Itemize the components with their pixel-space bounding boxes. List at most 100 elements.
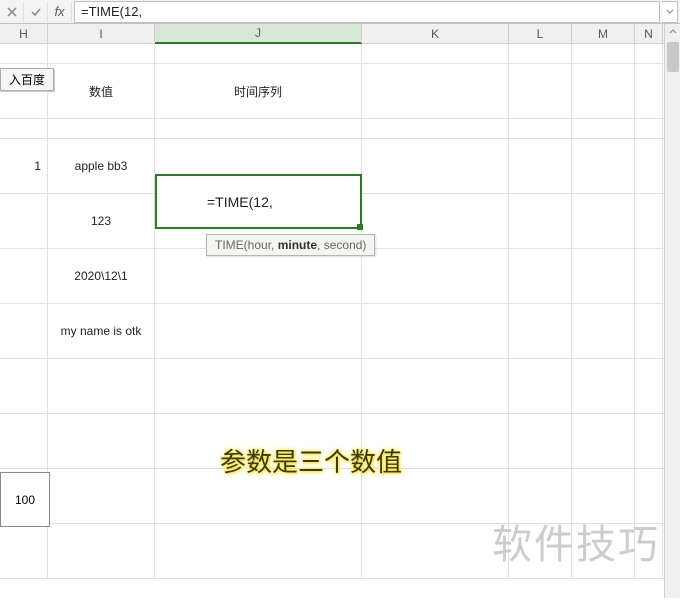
cell[interactable] — [155, 359, 362, 413]
cell[interactable] — [362, 524, 509, 578]
cell[interactable] — [572, 119, 635, 138]
vertical-scrollbar[interactable] — [664, 24, 680, 598]
col-header-I[interactable]: I — [48, 24, 155, 43]
cell-value[interactable]: 123 — [48, 194, 155, 248]
spacer-row — [0, 119, 672, 139]
x-icon — [6, 6, 18, 18]
fx-button[interactable]: fx — [48, 2, 72, 22]
fill-handle[interactable] — [357, 224, 363, 230]
cell[interactable] — [0, 414, 48, 468]
data-row-5 — [0, 359, 672, 414]
cell[interactable] — [572, 249, 635, 303]
cell[interactable] — [48, 119, 155, 138]
scroll-up-button[interactable] — [665, 24, 680, 40]
formula-input[interactable] — [74, 1, 660, 23]
cell[interactable] — [0, 44, 48, 63]
col-header-J[interactable]: J — [155, 24, 362, 44]
col-header-L[interactable]: L — [509, 24, 572, 43]
cell[interactable] — [155, 304, 362, 358]
cell[interactable] — [155, 524, 362, 578]
col-header-H[interactable]: H — [0, 24, 48, 43]
cell[interactable] — [48, 524, 155, 578]
cell[interactable] — [0, 119, 48, 138]
cell[interactable] — [362, 139, 509, 193]
cell[interactable] — [509, 44, 572, 63]
cell[interactable] — [509, 139, 572, 193]
cell[interactable] — [572, 414, 635, 468]
cell[interactable] — [572, 44, 635, 63]
cell[interactable] — [0, 249, 48, 303]
cell[interactable] — [0, 524, 48, 578]
cell[interactable] — [362, 359, 509, 413]
cell-value[interactable]: my name is otk — [48, 304, 155, 358]
cell[interactable] — [509, 119, 572, 138]
cancel-button[interactable] — [0, 2, 24, 22]
cell[interactable] — [48, 359, 155, 413]
column-headers: H I J K L M N — [0, 24, 672, 44]
cell[interactable] — [509, 414, 572, 468]
editor-text: =TIME(12, — [207, 194, 273, 210]
header-row: 数值 时间序列 — [0, 64, 672, 119]
cell[interactable] — [635, 359, 663, 413]
cell[interactable] — [635, 304, 663, 358]
cell[interactable] — [362, 44, 509, 63]
formula-expand-button[interactable] — [662, 1, 678, 23]
col-header-M[interactable]: M — [572, 24, 635, 43]
tooltip-arg2-current: minute — [278, 238, 317, 252]
boxed-cell[interactable]: 100 — [0, 472, 50, 527]
cell[interactable] — [0, 359, 48, 413]
cell[interactable] — [48, 414, 155, 468]
cell[interactable] — [362, 64, 509, 118]
cell[interactable] — [48, 44, 155, 63]
cell[interactable] — [635, 64, 663, 118]
annotation-text: 参数是三个数值 — [220, 442, 402, 479]
tooltip-arg3: second — [324, 238, 363, 252]
cell[interactable] — [509, 64, 572, 118]
cell[interactable] — [572, 194, 635, 248]
cell[interactable] — [572, 304, 635, 358]
cell-value[interactable]: apple bb3 — [48, 139, 155, 193]
cell[interactable] — [155, 119, 362, 138]
cell[interactable] — [635, 414, 663, 468]
cell[interactable] — [635, 44, 663, 63]
scroll-thumb[interactable] — [667, 42, 679, 72]
spreadsheet-grid[interactable]: H I J K L M N 数值 时间序列 — [0, 24, 672, 598]
cell[interactable] — [572, 359, 635, 413]
cell[interactable] — [509, 194, 572, 248]
cell[interactable] — [362, 304, 509, 358]
chevron-down-icon — [666, 8, 674, 16]
cell[interactable] — [572, 64, 635, 118]
cell[interactable] — [48, 469, 155, 523]
cell[interactable] — [572, 139, 635, 193]
cell[interactable] — [509, 304, 572, 358]
col-header-N[interactable]: N — [635, 24, 663, 43]
cell[interactable] — [362, 119, 509, 138]
formula-bar: fx — [0, 0, 680, 24]
cell[interactable] — [155, 44, 362, 63]
cell[interactable] — [635, 119, 663, 138]
cell-index[interactable]: 1 — [0, 139, 48, 193]
baidu-button[interactable]: 入百度 — [0, 68, 54, 91]
tooltip-arg1: hour — [248, 238, 271, 252]
cell[interactable] — [362, 194, 509, 248]
cell[interactable] — [362, 249, 509, 303]
cell[interactable] — [509, 249, 572, 303]
confirm-button[interactable] — [24, 2, 48, 22]
cell[interactable] — [0, 304, 48, 358]
cell-header-j[interactable]: 时间序列 — [155, 64, 362, 118]
cell[interactable] — [635, 194, 663, 248]
active-cell-editor[interactable]: =TIME(12, — [155, 174, 362, 229]
cell[interactable] — [0, 194, 48, 248]
cell-value[interactable]: 2020\12\1 — [48, 249, 155, 303]
chevron-up-icon — [669, 28, 677, 36]
watermark: 软件技巧 — [492, 512, 660, 570]
cell[interactable] — [635, 249, 663, 303]
function-tooltip: TIME(hour, minute, second) — [206, 234, 375, 256]
col-header-K[interactable]: K — [362, 24, 509, 43]
cell[interactable] — [635, 139, 663, 193]
cell[interactable] — [155, 249, 362, 303]
cell-header-i[interactable]: 数值 — [48, 64, 155, 118]
cell[interactable] — [509, 359, 572, 413]
check-icon — [30, 6, 42, 18]
grid-rows: 数值 时间序列 1 apple bb3 123 — [0, 44, 672, 579]
